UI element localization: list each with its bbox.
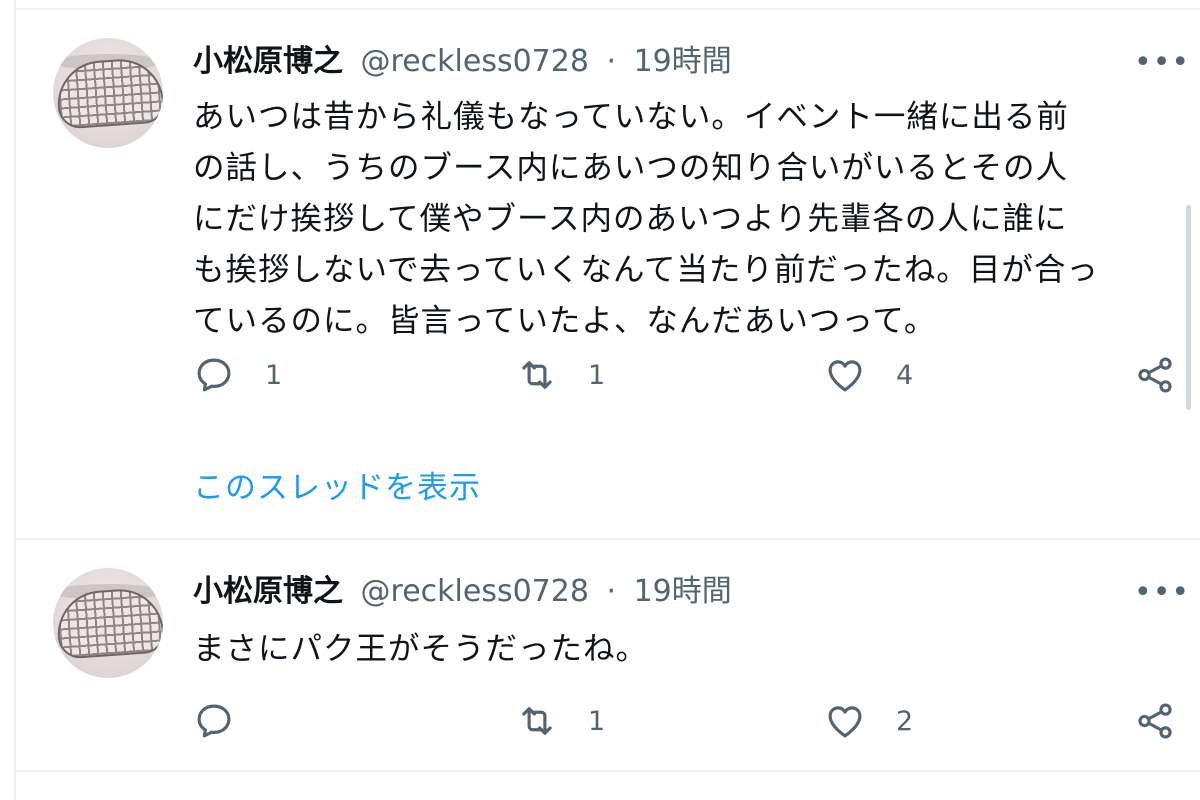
tweet-text-line: も挨拶しないで去っていくなんて当たり前だったね。目が合っ — [193, 252, 1099, 288]
timestamp[interactable]: 19時間 — [634, 574, 732, 609]
like-button[interactable]: 2 — [824, 700, 913, 742]
retweet-count: 1 — [588, 705, 606, 737]
tweet-text: あいつは昔から礼儀もなっていない。イベント一緒に出る前 の話し、うちのブース内に… — [193, 92, 1183, 347]
tweet-header: 小松原博之 @reckless0728 · 19時間 — [193, 42, 732, 82]
avatar[interactable] — [53, 568, 163, 678]
tweet-text-line: あいつは昔から礼儀もなっていない。イベント一緒に出る前 — [193, 99, 1069, 135]
display-name[interactable]: 小松原博之 — [193, 44, 343, 79]
like-count: 4 — [896, 359, 914, 391]
share-icon — [1138, 357, 1172, 393]
display-name[interactable]: 小松原博之 — [193, 574, 343, 609]
share-button[interactable] — [1134, 354, 1176, 396]
more-dots-icon[interactable]: ••• — [1134, 578, 1190, 608]
separator: · — [606, 44, 617, 79]
show-thread-link[interactable]: このスレッドを表示 — [193, 462, 481, 507]
heart-icon — [828, 706, 862, 738]
retweet-button[interactable]: 1 — [516, 354, 605, 396]
tweet-2[interactable]: 小松原博之 @reckless0728 · 19時間 ••• まさにパク王がそう… — [16, 540, 1200, 770]
tweet-text-line: まさにパク王がそうだったね。 — [193, 631, 649, 667]
retweet-icon — [522, 707, 552, 735]
separator: · — [606, 574, 617, 609]
tweet-text-line: ているのに。皆言っていたよ、なんだあいつって。 — [193, 303, 937, 339]
reply-button[interactable] — [193, 700, 265, 742]
tweet-1[interactable]: 小松原博之 @reckless0728 · 19時間 ••• あいつは昔から礼儀… — [16, 0, 1200, 540]
tweet-text-line: にだけ挨拶して僕やブース内のあいつより先輩各の人に誰に — [193, 201, 1068, 237]
tweet-divider — [14, 770, 1200, 772]
timestamp[interactable]: 19時間 — [634, 44, 732, 79]
avatar[interactable] — [53, 38, 163, 148]
like-count: 2 — [896, 705, 914, 737]
reply-icon — [197, 358, 231, 392]
share-icon — [1138, 703, 1172, 739]
handle[interactable]: @reckless0728 — [361, 44, 589, 79]
tweet-text: まさにパク王がそうだったね。 — [193, 624, 1183, 675]
share-button[interactable] — [1134, 700, 1176, 742]
handle[interactable]: @reckless0728 — [361, 574, 589, 609]
like-button[interactable]: 4 — [824, 354, 913, 396]
more-dots-icon[interactable]: ••• — [1134, 48, 1190, 78]
retweet-button[interactable]: 1 — [516, 700, 605, 742]
reply-icon — [197, 704, 231, 738]
retweet-count: 1 — [588, 359, 606, 391]
retweet-icon — [522, 361, 552, 389]
reply-count: 1 — [265, 359, 283, 391]
reply-button[interactable]: 1 — [193, 354, 282, 396]
heart-icon — [828, 360, 862, 392]
tweet-header: 小松原博之 @reckless0728 · 19時間 — [193, 572, 732, 612]
tweet-text-line: の話し、うちのブース内にあいつの知り合いがいるとその人 — [193, 150, 1068, 186]
